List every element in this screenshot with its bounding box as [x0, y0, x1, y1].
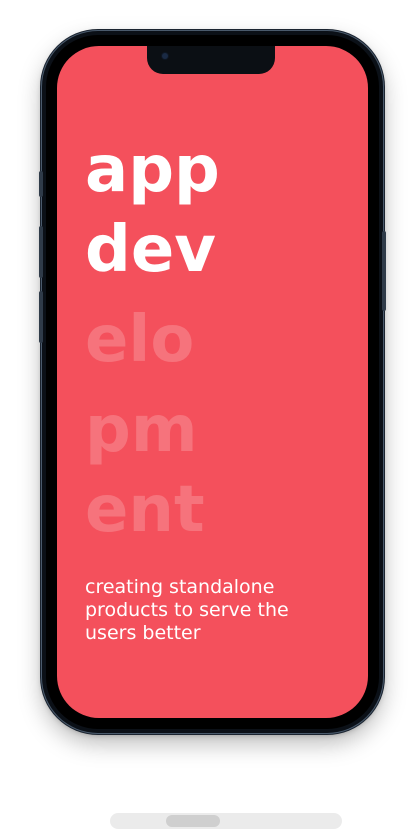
silent-switch: [39, 171, 43, 197]
scrollbar-thumb[interactable]: [166, 815, 220, 827]
headline-word-app: app: [85, 133, 220, 207]
horizontal-scrollbar[interactable]: [110, 813, 342, 829]
headline-word-ent: ent: [85, 473, 205, 547]
volume-up-button: [39, 226, 43, 278]
tagline-text: creating standalone products to serve th…: [85, 576, 289, 644]
page-stage: app dev elo pm ent creating standalone p…: [0, 0, 416, 829]
volume-down-button: [39, 291, 43, 343]
headline-word-elo: elo: [85, 303, 195, 377]
headline-word-pm: pm: [85, 393, 198, 467]
front-camera-icon: [162, 53, 168, 59]
headline-word-dev: dev: [85, 213, 216, 287]
power-button: [382, 231, 386, 311]
phone-notch: [147, 46, 275, 74]
